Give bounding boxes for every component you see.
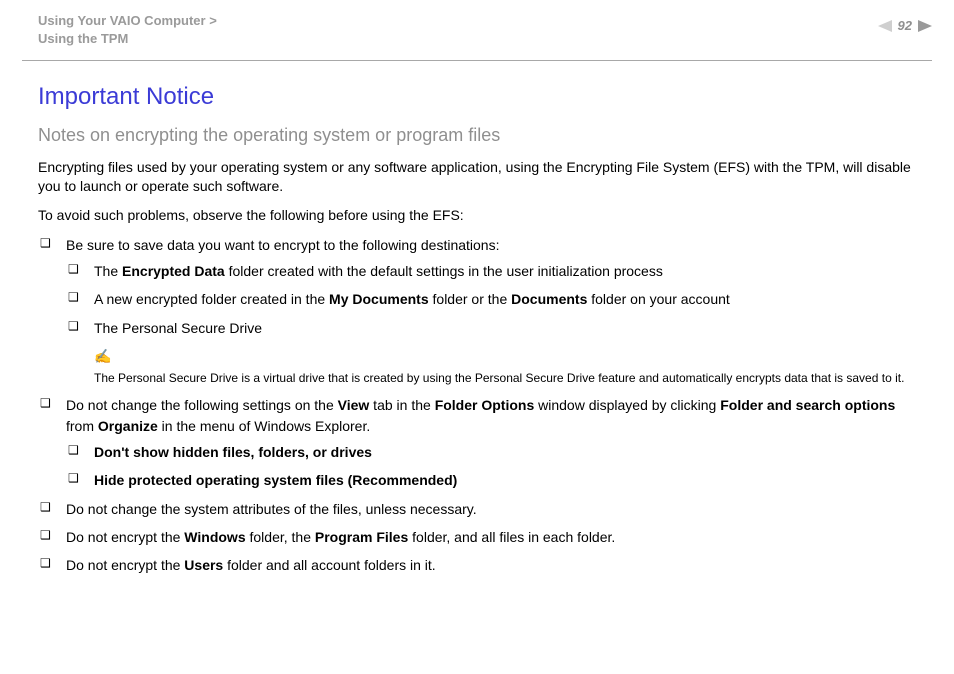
- breadcrumb: Using Your VAIO Computer > Using the TPM: [38, 12, 916, 47]
- main-bullet-list: Be sure to save data you want to encrypt…: [38, 235, 916, 576]
- page-title: Important Notice: [38, 83, 916, 111]
- list-item: Be sure to save data you want to encrypt…: [38, 235, 916, 388]
- page-subtitle: Notes on encrypting the operating system…: [38, 125, 916, 146]
- nested-list: Don't show hidden files, folders, or dri…: [66, 442, 916, 491]
- prev-page-icon[interactable]: [878, 20, 892, 32]
- list-item: Do not change the following settings on …: [38, 395, 916, 490]
- list-item: Do not change the system attributes of t…: [38, 499, 916, 519]
- document-page: Using Your VAIO Computer > Using the TPM…: [0, 0, 954, 674]
- breadcrumb-line1: Using Your VAIO Computer: [38, 13, 209, 28]
- list-item: Do not encrypt the Users folder and all …: [38, 555, 916, 575]
- list-item: Don't show hidden files, folders, or dri…: [66, 442, 916, 462]
- page-header: Using Your VAIO Computer > Using the TPM…: [0, 0, 954, 58]
- list-item: Hide protected operating system files (R…: [66, 470, 916, 490]
- paragraph-1: Encrypting files used by your operating …: [38, 158, 916, 196]
- note-text: The Personal Secure Drive is a virtual d…: [94, 371, 904, 385]
- list-item: The Encrypted Data folder created with t…: [66, 261, 916, 281]
- bullet-text: Be sure to save data you want to encrypt…: [66, 237, 499, 253]
- note-block: ✍ The Personal Secure Drive is a virtual…: [94, 346, 916, 388]
- list-item: A new encrypted folder created in the My…: [66, 289, 916, 309]
- page-navigation: 92: [878, 18, 932, 33]
- chevron-right-icon: >: [209, 13, 217, 28]
- list-item: Do not encrypt the Windows folder, the P…: [38, 527, 916, 547]
- nested-list: The Encrypted Data folder created with t…: [66, 261, 916, 338]
- next-page-icon[interactable]: [918, 20, 932, 32]
- page-number: 92: [898, 18, 912, 33]
- pencil-note-icon: ✍: [94, 346, 916, 366]
- breadcrumb-line2: Using the TPM: [38, 31, 128, 46]
- list-item: The Personal Secure Drive: [66, 318, 916, 338]
- paragraph-2: To avoid such problems, observe the foll…: [38, 206, 916, 225]
- page-content: Important Notice Notes on encrypting the…: [0, 61, 954, 576]
